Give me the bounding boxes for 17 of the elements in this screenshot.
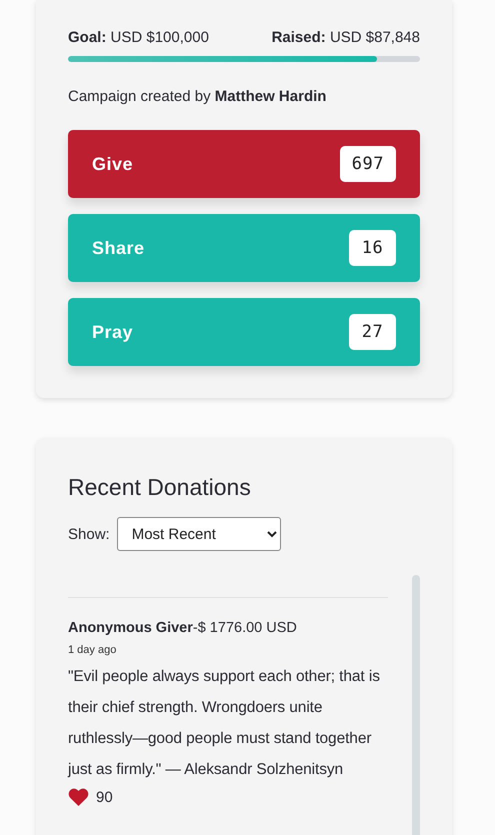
sort-select[interactable]: Most Recent: [116, 517, 281, 551]
show-label: Show:: [68, 526, 110, 542]
action-button[interactable]: Share 16: [68, 214, 420, 282]
raised-text: Raised: USD $87,848: [272, 29, 420, 46]
donor-name: Anonymous Giver: [68, 620, 193, 636]
section-title: Recent Donations: [68, 474, 252, 501]
count-badge: 697: [340, 146, 396, 182]
action-button[interactable]: Give 697: [68, 130, 420, 198]
donation-time: 1 day ago: [68, 644, 118, 656]
count-badge: 27: [349, 314, 396, 350]
goal-text: Goal: USD $100,000: [68, 29, 209, 46]
action-button[interactable]: Pray 27: [68, 298, 420, 366]
count-badge: 16: [349, 230, 396, 266]
donation-amount: -$ 1776.00 USD: [192, 620, 297, 636]
donation-message: "Evil people always support each other; that is their chief strength. Wrongdoers unite ruthlessly—good people must stand together just as firmly." — Aleksandr Solzhenitsyn: [68, 667, 381, 780]
creator-text: Campaign created by Matthew Hardin: [68, 88, 328, 105]
like-count: 90: [96, 788, 113, 806]
